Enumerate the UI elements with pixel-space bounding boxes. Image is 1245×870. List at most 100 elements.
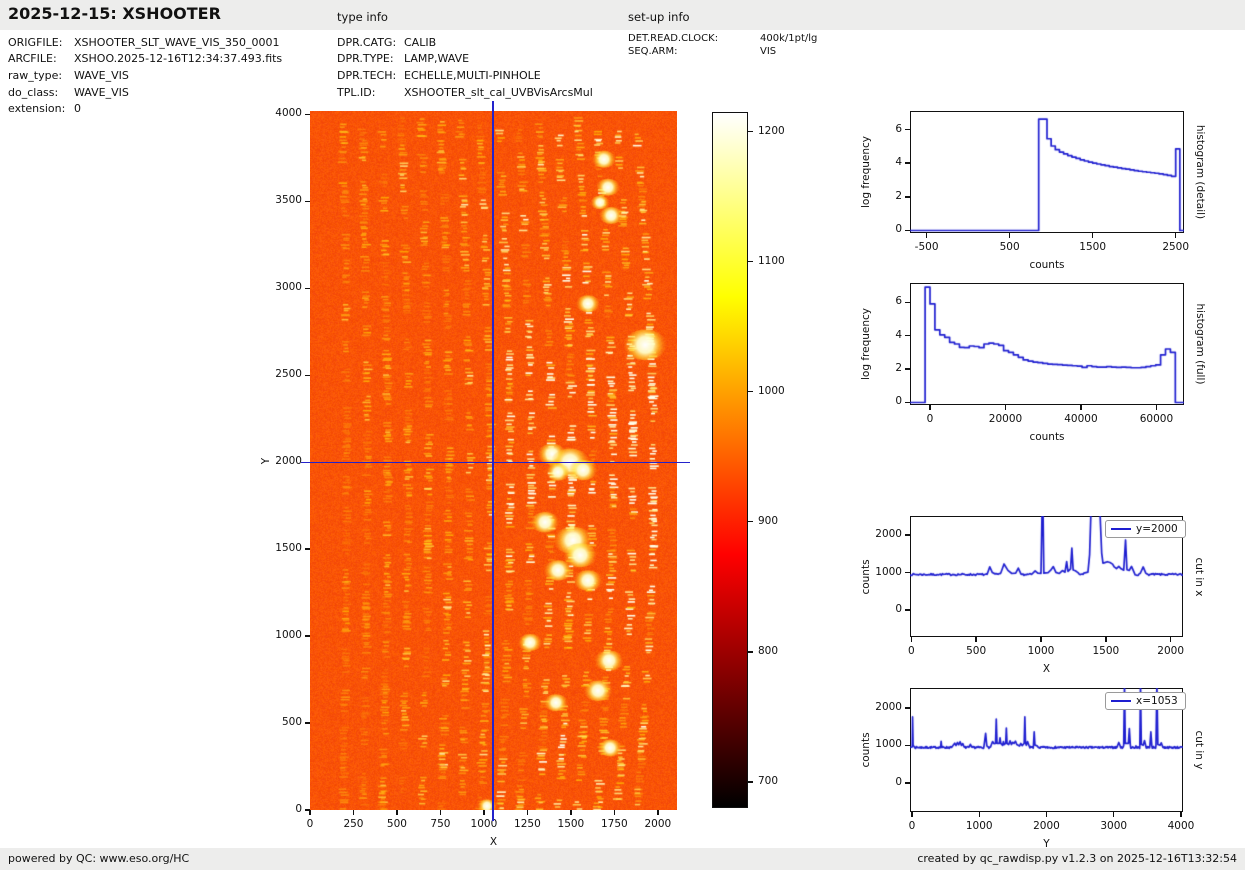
- hist-full-x-axis-label: counts: [1029, 431, 1065, 443]
- colorbar-tick: [748, 651, 753, 653]
- hist-detail-canvas: [910, 111, 1184, 233]
- field-label: ARCFILE:: [8, 52, 57, 65]
- colorbar-tick-label: 700: [758, 774, 779, 787]
- bottom-bar: powered by QC: www.eso.org/HC created by…: [0, 848, 1245, 870]
- type-info-heading: type info: [337, 10, 388, 24]
- hist-full-y-axis-label: log frequency: [860, 307, 872, 381]
- hist-detail-x-tick: [1091, 233, 1094, 238]
- footer-right-text: created by qc_rawdisp.py v1.2.3 on 2025-…: [917, 852, 1237, 865]
- main-image-x-tick: [526, 810, 529, 815]
- cut-x-x-tick: [910, 637, 912, 642]
- field-value: 0: [74, 102, 81, 115]
- hist-detail-x-axis-label: counts: [1029, 259, 1065, 271]
- field-value: CALIB: [404, 36, 437, 49]
- field-label: DPR.TECH:: [337, 69, 397, 82]
- main-image-x-tick-label: 2000: [644, 818, 672, 830]
- page-title: 2025-12-15: XSHOOTER: [8, 4, 221, 23]
- cut-x-x-tick-label: 2000: [1157, 645, 1185, 657]
- main-image-y-tick-label: 500: [281, 716, 302, 729]
- field-value: XSHOOTER_SLT_WAVE_VIS_350_0001: [74, 36, 280, 49]
- main-image-y-tick-label: 3000: [275, 281, 302, 294]
- legend-line-sample: [1111, 528, 1131, 530]
- field-label: SEQ.ARM:: [628, 46, 678, 57]
- field-label: raw_type:: [8, 69, 63, 82]
- hist-detail-y-tick-label: 6: [895, 122, 902, 135]
- field-value: LAMP,WAVE: [404, 52, 470, 65]
- main-image-x-tick: [352, 810, 355, 815]
- cut-x-x-tick-label: 500: [966, 645, 987, 657]
- hist-full-canvas: [910, 283, 1184, 405]
- cut-y-x-tick-label: 0: [908, 820, 916, 832]
- main-image-x-tick: [309, 810, 311, 815]
- hist-full-y-tick-label: 6: [895, 295, 902, 308]
- hist-full-x-tick-label: 60000: [1139, 413, 1174, 425]
- cut-x-x-tick-label: 1500: [1092, 645, 1120, 657]
- hist-detail-right-label: histogram (detail): [1194, 124, 1206, 220]
- cut-y-x-tick-label: 4000: [1167, 820, 1195, 832]
- field-label: TPL.ID:: [337, 86, 376, 99]
- field-value: XSHOOTER_slt_cal_UVBVisArcsMul: [404, 86, 593, 99]
- main-image-x-tick: [657, 810, 659, 815]
- cut-x-x-tick: [1040, 637, 1042, 642]
- field-value: WAVE_VIS: [74, 69, 129, 82]
- cut-y-x-tick: [1045, 812, 1048, 817]
- colorbar-tick: [748, 391, 753, 393]
- legend-label: y=2000: [1136, 523, 1178, 535]
- cut-x-legend: y=2000: [1105, 520, 1186, 538]
- field-label: DPR.TYPE:: [337, 52, 394, 65]
- hist-full-x-tick: [929, 405, 931, 410]
- cut-y-x-tick: [1113, 812, 1115, 817]
- cut-y-legend: x=1053: [1105, 692, 1186, 710]
- hist-detail-y-tick-label: 0: [895, 223, 902, 236]
- cut-x-right-label: cut in x: [1193, 556, 1205, 597]
- cut-x-y-axis-label: counts: [860, 558, 872, 595]
- field-label: do_class:: [8, 86, 59, 99]
- colorbar-tick: [748, 521, 753, 523]
- cut-x-x-tick: [1169, 637, 1172, 642]
- hist-detail-x-tick-label: 2500: [1162, 241, 1190, 253]
- colorbar-tick-label: 1200: [758, 124, 785, 137]
- main-image-x-tick: [439, 810, 442, 815]
- colorbar-tick: [748, 130, 753, 133]
- cut-x-x-tick: [975, 637, 977, 642]
- main-image-x-tick: [396, 810, 398, 815]
- colorbar-tick-label: 1000: [758, 384, 785, 397]
- hist-detail-x-tick-label: -500: [914, 241, 939, 253]
- setup-info-heading: set-up info: [628, 10, 690, 24]
- main-image-x-axis-label: X: [489, 836, 498, 848]
- field-value: WAVE_VIS: [74, 86, 129, 99]
- colorbar-tick-label: 900: [758, 514, 779, 527]
- hist-detail-x-tick: [1174, 233, 1177, 238]
- cut-y-x-tick: [1180, 812, 1182, 817]
- hist-detail-x-tick-label: 500: [999, 241, 1020, 253]
- main-image-y-tick-label: 0: [295, 803, 302, 815]
- field-label: DET.READ.CLOCK:: [628, 33, 719, 44]
- hist-full-y-tick-label: 0: [895, 395, 902, 408]
- cut-x-y-tick-label: 2000: [875, 528, 902, 541]
- cut-x-y-tick-label: 0: [895, 603, 902, 616]
- hist-full-x-tick-label: 20000: [988, 413, 1023, 425]
- colorbar: [712, 112, 748, 808]
- qc-report-page: 2025-12-15: XSHOOTER type info set-up in…: [0, 0, 1245, 870]
- hist-full-x-tick: [1080, 405, 1082, 410]
- main-image-x-tick: [483, 810, 485, 815]
- cut-x-x-tick-label: 0: [907, 645, 915, 657]
- crosshair-horizontal-line: [301, 461, 690, 463]
- cut-x-x-tick-label: 1000: [1027, 645, 1055, 657]
- cut-y-right-label: cut in y: [1193, 730, 1205, 770]
- hist-full-x-tick: [1004, 405, 1007, 410]
- hist-full-x-tick: [1155, 405, 1158, 410]
- main-image-x-tick: [613, 810, 616, 815]
- field-value: VIS: [760, 46, 777, 57]
- main-image-y-tick-label: 1000: [275, 629, 302, 642]
- cut-y-x-tick: [911, 812, 913, 817]
- legend-label: x=1053: [1136, 695, 1178, 707]
- field-value: 400k/1pt/lg: [760, 33, 818, 44]
- cut-y-y-axis-label: counts: [860, 732, 872, 768]
- hist-full-x-tick-label: 0: [926, 413, 934, 425]
- hist-detail-y-axis-label: log frequency: [860, 135, 872, 209]
- field-value: ECHELLE,MULTI-PINHOLE: [404, 69, 541, 82]
- main-image-x-tick: [570, 810, 572, 815]
- footer-left-text: powered by QC: www.eso.org/HC: [8, 852, 190, 865]
- field-label: ORIGFILE:: [8, 36, 63, 49]
